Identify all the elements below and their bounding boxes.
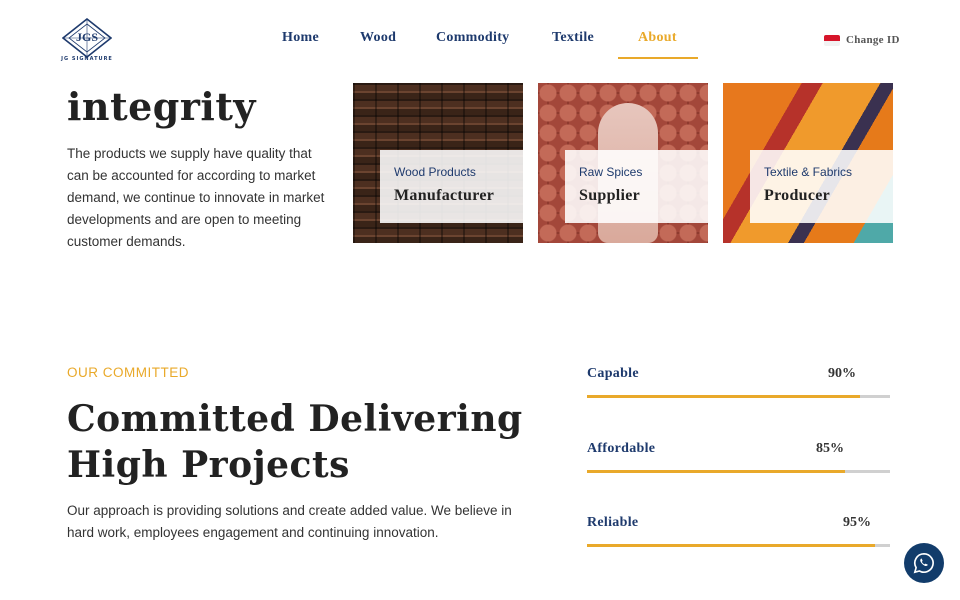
card-title: Supplier [579,187,641,204]
progress-track [587,470,890,473]
skill-percent: 85% [816,441,844,456]
card-subtitle: Textile & Fabrics [764,165,853,179]
logo[interactable]: JGS JG SIGNATURE [56,18,118,66]
hero-heading: integrity [67,84,256,129]
skill-affordable: Affordable 85% [587,441,890,481]
site-header: JGS JG SIGNATURE Home Wood Commodity Tex… [0,0,960,80]
skill-reliable: Reliable 95% [587,515,890,555]
progress-track [587,544,890,547]
card-wood-products[interactable]: Wood Products Manufacturer [353,83,523,243]
nav-textile[interactable]: Textile [552,30,594,46]
logo-text: JG SIGNATURE [61,56,113,62]
hero-paragraph: The products we supply have quality that… [67,146,325,249]
logo-mark: JGS [75,30,98,44]
progress-fill [587,470,845,473]
card-title: Producer [764,187,831,204]
card-caption: Wood Products Manufacturer [380,150,523,223]
card-subtitle: Raw Spices [579,165,643,179]
nav-wood[interactable]: Wood [360,30,396,46]
whatsapp-icon [913,553,934,574]
progress-fill [587,544,875,547]
card-caption: Textile & Fabrics Producer [750,150,893,223]
nav-about[interactable]: About [638,30,677,46]
whatsapp-chat-button[interactable] [904,543,944,583]
skill-label: Capable [587,366,639,381]
progress-track [587,395,890,398]
card-title: Manufacturer [394,187,495,204]
nav-commodity[interactable]: Commodity [436,30,509,46]
language-label: Change ID [846,34,900,46]
active-nav-underline [618,57,698,59]
card-textile-fabrics[interactable]: Textile & Fabrics Producer [723,83,893,243]
section-paragraph: Our approach is providing solutions and … [67,503,512,540]
section-eyebrow: OUR COMMITTED [67,365,189,380]
section-title: Committed Delivering High Projects [67,398,523,486]
card-subtitle: Wood Products [394,165,476,179]
card-raw-spices[interactable]: Raw Spices Supplier [538,83,708,243]
skill-label: Affordable [587,441,656,456]
skill-capable: Capable 90% [587,366,890,406]
indonesia-flag-icon [824,35,840,46]
skill-label: Reliable [587,515,639,530]
progress-fill [587,395,860,398]
skill-percent: 95% [843,515,871,530]
card-caption: Raw Spices Supplier [565,150,708,223]
skill-percent: 90% [828,366,856,381]
nav-home[interactable]: Home [282,30,319,46]
